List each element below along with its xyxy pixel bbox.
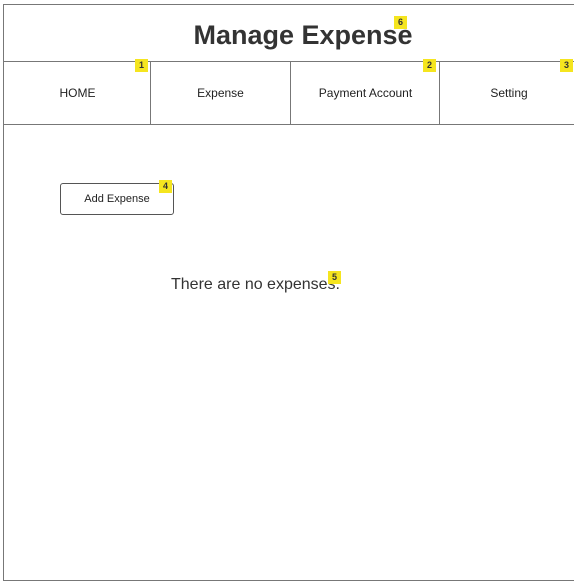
annotation-badge-5: 5 <box>328 271 341 284</box>
nav-item-setting[interactable]: Setting <box>439 61 574 125</box>
empty-state-message: There are no expenses. <box>171 276 340 293</box>
nav-item-payment-account[interactable]: Payment Account <box>290 61 440 125</box>
nav-bar: HOME Expense Payment Account Setting <box>3 61 574 125</box>
annotation-badge-3: 3 <box>560 59 573 72</box>
nav-item-expense[interactable]: Expense <box>150 61 290 125</box>
annotation-badge-1: 1 <box>135 59 148 72</box>
nav-item-home[interactable]: HOME <box>3 61 151 125</box>
annotation-badge-4: 4 <box>159 180 172 193</box>
add-expense-button[interactable]: Add Expense <box>60 183 174 215</box>
page-title: Manage Expense <box>193 20 413 50</box>
page: Manage Expense HOME Expense Payment Acco… <box>0 0 574 582</box>
annotation-badge-2: 2 <box>423 59 436 72</box>
annotation-badge-6: 6 <box>394 16 407 29</box>
